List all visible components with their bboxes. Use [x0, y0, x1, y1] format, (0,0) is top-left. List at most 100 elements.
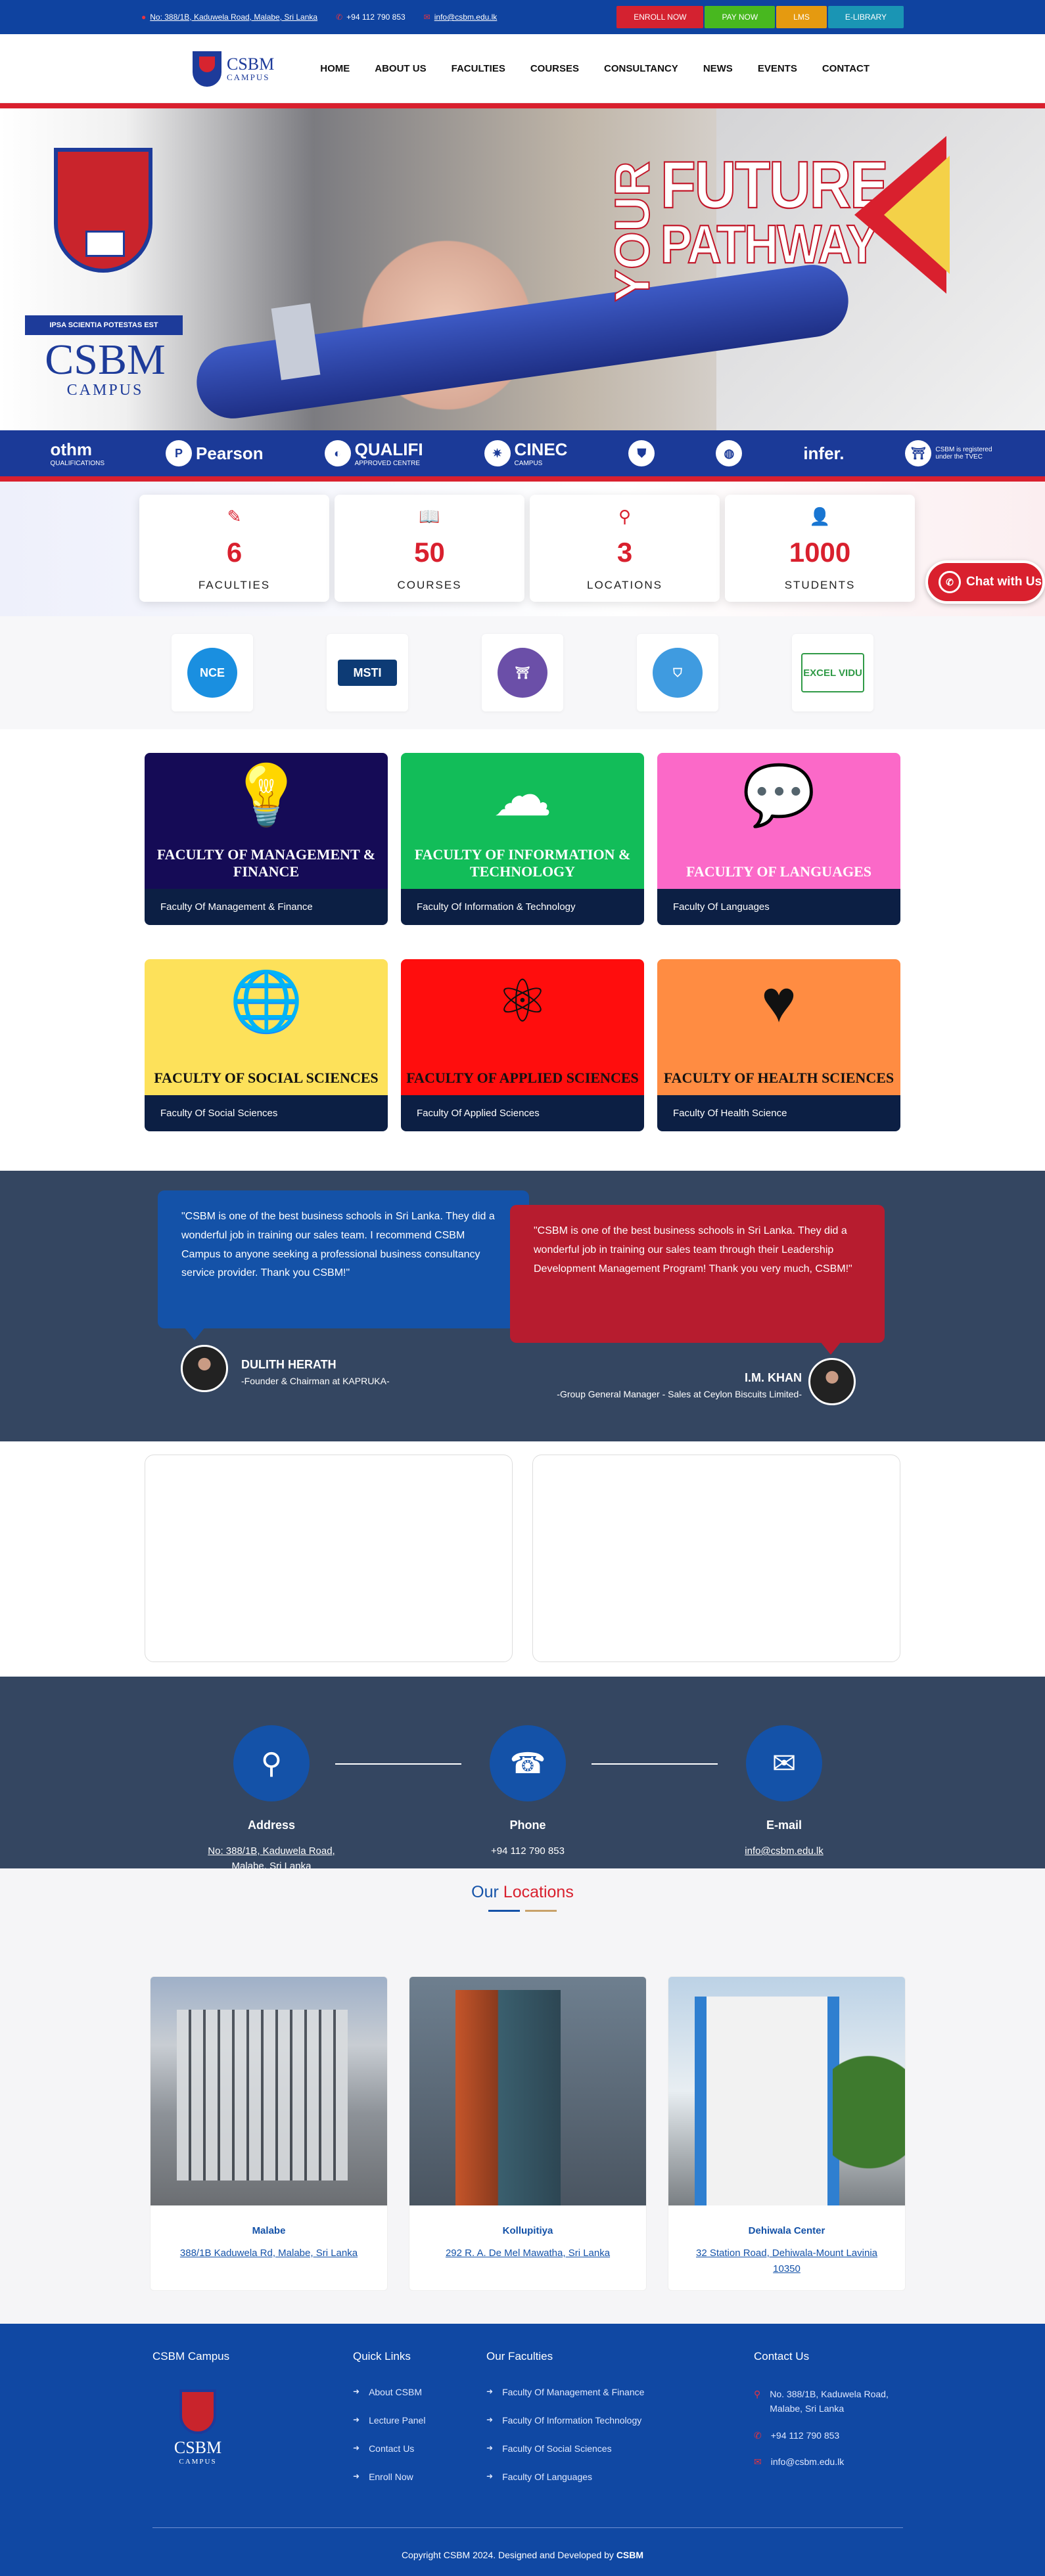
- nav-about-us[interactable]: ABOUT US: [375, 63, 426, 74]
- contact-email-link[interactable]: info@csbm.edu.lk: [705, 1844, 863, 1859]
- top-phone[interactable]: ✆ +94 112 790 853: [336, 12, 406, 22]
- contact-phone-value[interactable]: +94 112 790 853: [449, 1844, 607, 1859]
- hero-arrow-yellow: [884, 156, 950, 274]
- location-address-link[interactable]: 388/1B Kaduwela Rd, Malabe, Sri Lanka: [151, 2246, 387, 2261]
- lms-button[interactable]: LMS: [776, 6, 827, 28]
- nav-courses[interactable]: COURSES: [530, 63, 579, 74]
- institution-logo-emblem[interactable]: ⛩: [482, 634, 563, 712]
- footer-logo[interactable]: CSBM CAMPUS: [168, 2389, 227, 2466]
- tvec-emblem-icon: ⛩: [905, 440, 932, 466]
- location-address-link[interactable]: 32 Station Road, Dehiwala-Mount Lavinia …: [668, 2246, 905, 2277]
- pay-now-button[interactable]: PAY NOW: [705, 6, 776, 28]
- hero-motto: IPSA SCIENTIA POTESTAS EST: [25, 315, 183, 335]
- nav-home[interactable]: HOME: [320, 63, 350, 74]
- partner-name: othm: [50, 440, 93, 459]
- hero-pathway: PATHWAY: [660, 214, 879, 275]
- mail-icon: ✉: [754, 2456, 762, 2468]
- top-address[interactable]: ● No: 388/1B, Kaduwela Road, Malabe, Sri…: [141, 12, 317, 22]
- chat-with-us-button[interactable]: ✆ Chat with Us: [925, 560, 1045, 604]
- footer-link-label: About CSBM: [369, 2387, 422, 2397]
- stat-value: 6: [226, 537, 243, 568]
- logo-sub: CAMPUS: [227, 72, 270, 82]
- mail-icon: ✉: [746, 1725, 822, 1801]
- footer-link-label: Lecture Panel: [369, 2415, 426, 2426]
- partner-sub: QUALIFICATIONS: [50, 460, 105, 467]
- faculty-illustration-icon: ☁: [493, 763, 552, 828]
- institution-logo-excel-vidu[interactable]: EXCEL VIDU: [792, 634, 873, 712]
- shield-icon: ⛉: [653, 648, 703, 698]
- nav-consultancy[interactable]: CONSULTANCY: [604, 63, 678, 74]
- faculty-card[interactable]: 💡 FACULTY OF MANAGEMENT & FINANCE Faculty …: [145, 753, 388, 925]
- footer-link[interactable]: ➜ Faculty Of Social Sciences: [486, 2443, 644, 2454]
- nav-faculties[interactable]: FACULTIES: [452, 63, 505, 74]
- institution-mark: MSTI: [338, 660, 397, 686]
- location-pin-icon: ●: [141, 12, 147, 22]
- partner-logos-strip: othm QUALIFICATIONS P Pearson ◐ QUALIFI APPR…: [0, 430, 1045, 476]
- partner-name: QUALIFI: [354, 440, 423, 459]
- faculty-illustration-icon: 🌐: [229, 969, 304, 1035]
- footer-link[interactable]: ➜ Faculty Of Languages: [486, 2472, 644, 2482]
- phone-icon: ✆: [336, 12, 343, 22]
- contact-email: ✉ E-mail info@csbm.edu.lk: [705, 1725, 863, 1859]
- institution-logo-shield[interactable]: ⛉: [637, 634, 718, 712]
- faculty-caption: Faculty Of Languages: [657, 889, 900, 925]
- embed-card-right: [532, 1455, 900, 1662]
- stat-label: LOCATIONS: [587, 579, 662, 591]
- hero-banner: IPSA SCIENTIA POTESTAS EST CSBM CAMPUS Y…: [0, 108, 1045, 430]
- institution-logo-msti[interactable]: MSTI: [327, 634, 408, 712]
- faculty-card[interactable]: ⚛ FACULTY OF APPLIED SCIENCES Faculty Of A…: [401, 959, 644, 1131]
- location-card-malabe: Malabe 388/1B Kaduwela Rd, Malabe, Sri L…: [150, 1976, 388, 2291]
- testimonial-quote: "CSBM is one of the best business school…: [510, 1205, 885, 1343]
- mail-icon: ✉: [423, 12, 430, 22]
- footer-col-faculties: Our Faculties ➜ Faculty Of Management & F…: [486, 2350, 644, 2500]
- avatar: [808, 1358, 856, 1405]
- institution-logo-nce[interactable]: NCE: [172, 634, 253, 712]
- footer-col-contact: Contact Us ⚲ No. 388/1B, Kaduwela Road, M…: [754, 2350, 905, 2481]
- crest-icon: [193, 51, 221, 87]
- copyright-brand[interactable]: CSBM: [616, 2550, 643, 2560]
- pearson-p-icon: P: [166, 440, 193, 466]
- arrow-right-icon: ➜: [486, 2415, 494, 2424]
- footer-email[interactable]: ✉ info@csbm.edu.lk: [754, 2454, 905, 2469]
- footer-phone[interactable]: ✆ +94 112 790 853: [754, 2428, 905, 2443]
- location-name: Kollupitiya: [502, 2225, 553, 2236]
- location-photo: [668, 1977, 905, 2205]
- arrow-right-icon: ➜: [353, 2472, 360, 2481]
- e-library-button[interactable]: E-LIBRARY: [827, 6, 904, 28]
- faculty-card[interactable]: 💬 FACULTY OF LANGUAGES Faculty Of Language…: [657, 753, 900, 925]
- location-address-link[interactable]: 292 R. A. De Mel Mawatha, Sri Lanka: [409, 2246, 646, 2261]
- site-logo[interactable]: CSBM CAMPUS: [193, 51, 274, 87]
- faculty-card[interactable]: ♥ FACULTY OF HEALTH SCIENCES Faculty Of He…: [657, 959, 900, 1131]
- faculty-title: FACULTY OF SOCIAL SCIENCES: [154, 1069, 379, 1086]
- nav-events[interactable]: EVENTS: [758, 63, 797, 74]
- crest-icon: [179, 2389, 216, 2434]
- footer-link[interactable]: ➜ Lecture Panel: [353, 2415, 425, 2426]
- footer-phone-text: +94 112 790 853: [770, 2429, 840, 2441]
- partner-name: CINEC: [514, 440, 568, 459]
- enroll-now-button[interactable]: ENROLL NOW: [616, 6, 704, 28]
- footer-link[interactable]: ➜ About CSBM: [353, 2387, 425, 2397]
- location-pin-icon: ⚲: [618, 507, 632, 526]
- partners-bottom-line: [0, 476, 1045, 482]
- footer-link[interactable]: ➜ Contact Us: [353, 2443, 425, 2454]
- whatsapp-icon: ✆: [939, 571, 961, 593]
- nav-news[interactable]: NEWS: [703, 63, 733, 74]
- footer-heading: Our Faculties: [486, 2350, 553, 2362]
- partner-seal-1: ⛊: [628, 440, 655, 466]
- footer-link[interactable]: ➜ Faculty Of Management & Finance: [486, 2387, 644, 2397]
- author-name: I.M. KHAN: [745, 1371, 802, 1384]
- nav-contact[interactable]: CONTACT: [822, 63, 870, 74]
- faculty-card[interactable]: ☁ FACULTY OF INFORMATION & TECHNOLOGY Facu…: [401, 753, 644, 925]
- pencil-icon: ✎: [227, 507, 242, 526]
- footer-link-label: Faculty Of Languages: [502, 2472, 593, 2482]
- contact-heading: Phone: [509, 1819, 546, 1832]
- stat-card-locations: ⚲ 3 LOCATIONS: [530, 495, 720, 602]
- footer-link[interactable]: ➜ Faculty Of Information Technology: [486, 2415, 644, 2426]
- partner-sub: APPROVED CENTRE: [354, 460, 421, 467]
- footer-link[interactable]: ➜ Enroll Now: [353, 2472, 425, 2482]
- footer-heading: Contact Us: [754, 2350, 810, 2362]
- top-email[interactable]: ✉ info@csbm.edu.lk: [424, 12, 498, 22]
- globe-icon: ◍: [716, 440, 743, 466]
- locations-section: Our Locations Malabe 388/1B Kaduwela Rd,…: [0, 1868, 1045, 2324]
- faculty-card[interactable]: 🌐 FACULTY OF SOCIAL SCIENCES Faculty Of So…: [145, 959, 388, 1131]
